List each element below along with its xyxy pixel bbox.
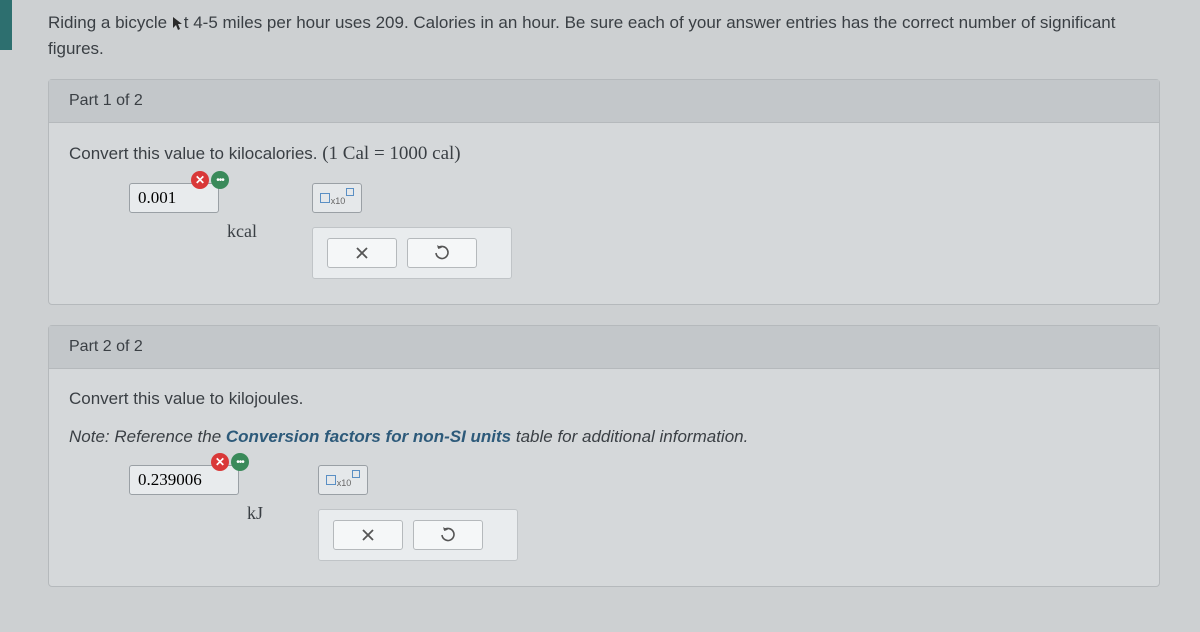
x-icon — [355, 246, 369, 260]
part-1-body: Convert this value to kilocalories. (1 C… — [49, 123, 1159, 304]
part-2-action-row — [318, 509, 518, 561]
answer-box-wrap-2: ✕ ••• — [129, 465, 239, 495]
part-1-answer-row: ✕ ••• kcal x10 — [129, 183, 1139, 279]
x-icon — [361, 528, 375, 542]
sci-exp-box — [352, 470, 360, 478]
conversion-factors-link[interactable]: Conversion factors for non-SI units — [226, 427, 511, 446]
question-text-1: Riding a bicycle — [48, 13, 172, 32]
part-1-header: Part 1 of 2 — [49, 80, 1159, 123]
question-text-2: t 4-5 miles per hour uses 209. Calories … — [48, 13, 1116, 58]
more-icon[interactable]: ••• — [231, 453, 249, 471]
note-prefix: Reference the — [110, 427, 226, 446]
clear-button[interactable] — [333, 520, 403, 550]
scientific-notation-button[interactable]: x10 — [312, 183, 362, 213]
part-2-header: Part 2 of 2 — [49, 326, 1159, 369]
sci-x10-label: x10 — [337, 478, 352, 488]
clear-button[interactable] — [327, 238, 397, 268]
undo-icon — [440, 527, 456, 543]
accent-bar — [0, 0, 12, 50]
part-2-container: Part 2 of 2 Convert this value to kilojo… — [48, 325, 1160, 587]
scientific-notation-button[interactable]: x10 — [318, 465, 368, 495]
incorrect-icon: ✕ — [191, 171, 209, 189]
formula-text: (1 Cal = 1000 cal) — [322, 143, 460, 164]
reset-button[interactable] — [413, 520, 483, 550]
part-1-toolbox: x10 — [312, 183, 512, 279]
part-2-body: Convert this value to kilojoules. Note: … — [49, 369, 1159, 586]
question-text: Riding a bicycle t 4-5 miles per hour us… — [0, 0, 1200, 79]
more-icon[interactable]: ••• — [211, 171, 229, 189]
sci-base-box — [326, 475, 336, 485]
cursor-icon — [172, 16, 184, 32]
reset-button[interactable] — [407, 238, 477, 268]
part-2-prompt: Convert this value to kilojoules. — [69, 389, 1139, 409]
part-1-unit: kcal — [227, 221, 257, 242]
status-icons: ✕ ••• — [191, 171, 229, 189]
sci-x10-label: x10 — [331, 196, 346, 206]
part-1-container: Part 1 of 2 Convert this value to kiloca… — [48, 79, 1160, 305]
part-2-note: Note: Reference the Conversion factors f… — [69, 427, 1139, 447]
part-2-answer-row: ✕ ••• kJ x10 — [129, 465, 1139, 561]
answer-box-wrap: ✕ ••• — [129, 183, 219, 213]
sci-exp-box — [346, 188, 354, 196]
note-suffix: table for additional information. — [511, 427, 748, 446]
part-1-action-row — [312, 227, 512, 279]
undo-icon — [434, 245, 450, 261]
part-1-prompt: Convert this value to kilocalories. (1 C… — [69, 143, 1139, 165]
incorrect-icon: ✕ — [211, 453, 229, 471]
status-icons-2: ✕ ••• — [211, 453, 249, 471]
part-2-unit: kJ — [247, 503, 263, 524]
sci-base-box — [320, 193, 330, 203]
note-label: Note: — [69, 427, 110, 446]
part-2-toolbox: x10 — [318, 465, 518, 561]
